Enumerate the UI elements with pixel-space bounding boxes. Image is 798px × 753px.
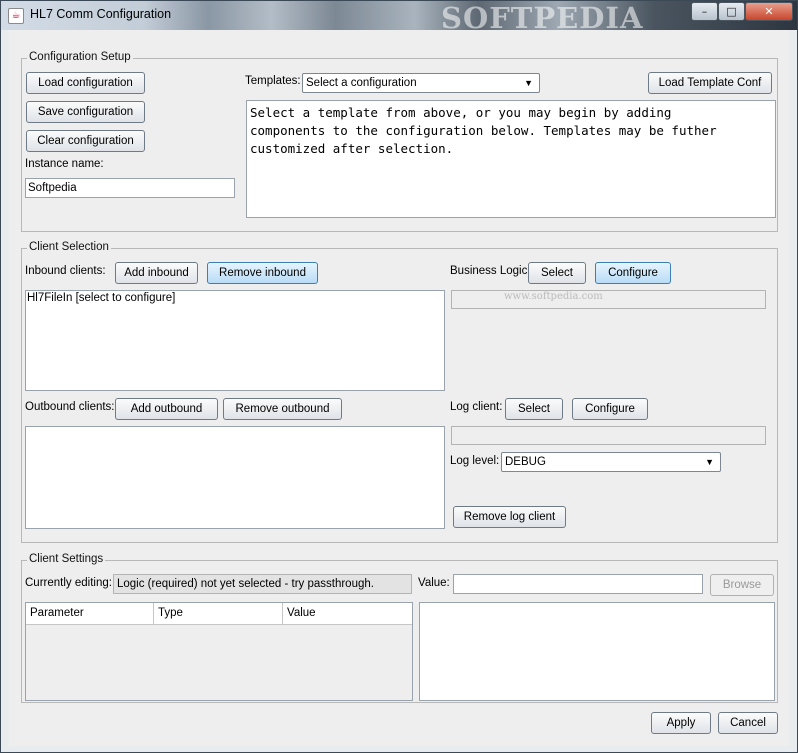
java-app-icon: ☕: [8, 8, 24, 24]
save-configuration-button[interactable]: Save configuration: [26, 101, 145, 123]
browse-button[interactable]: Browse: [710, 574, 774, 596]
cancel-button[interactable]: Cancel: [718, 712, 778, 734]
log-client-label: Log client:: [450, 401, 503, 413]
clear-configuration-button[interactable]: Clear configuration: [26, 130, 145, 152]
client-selection-title: Client Selection: [27, 241, 111, 253]
chevron-down-icon: ▼: [524, 78, 533, 88]
close-button[interactable]: ✕: [745, 2, 793, 21]
instance-name-label: Instance name:: [25, 158, 104, 170]
currently-editing-label: Currently editing:: [25, 577, 112, 589]
window-title: HL7 Comm Configuration: [30, 7, 172, 21]
softpedia-url-watermark: www.softpedia.com: [504, 291, 603, 302]
column-header-value[interactable]: Value: [283, 603, 412, 624]
parameters-table[interactable]: Parameter Type Value: [25, 602, 413, 701]
log-level-label: Log level:: [450, 455, 500, 467]
minimize-button[interactable]: –: [691, 2, 718, 21]
load-configuration-button[interactable]: Load configuration: [26, 72, 145, 94]
inbound-clients-label: Inbound clients:: [25, 265, 106, 277]
log-client-field: [451, 426, 766, 445]
inbound-clients-list[interactable]: Hl7FileIn [select to configure]: [25, 290, 445, 391]
template-description-text: Select a template from above, or you may…: [246, 100, 776, 218]
configuration-setup-group: Configuration Setup Load configuration S…: [21, 51, 778, 232]
instance-name-input[interactable]: Softpedia: [25, 178, 235, 198]
dialog-content: Configuration Setup Load configuration S…: [9, 30, 789, 746]
chevron-down-icon: ▼: [705, 457, 714, 467]
business-logic-label: Business Logic:: [450, 265, 531, 277]
add-inbound-button[interactable]: Add inbound: [115, 262, 198, 284]
value-input[interactable]: [453, 574, 703, 594]
value-label: Value:: [418, 577, 450, 589]
client-settings-group: Client Settings Currently editing: Logic…: [21, 553, 778, 703]
configuration-setup-title: Configuration Setup: [27, 51, 133, 63]
remove-inbound-button[interactable]: Remove inbound: [207, 262, 318, 284]
log-level-selected-value: DEBUG: [505, 456, 546, 468]
column-header-type[interactable]: Type: [154, 603, 283, 624]
column-header-parameter[interactable]: Parameter: [26, 603, 154, 624]
parameter-detail-area[interactable]: [419, 602, 775, 701]
log-level-dropdown[interactable]: DEBUG ▼: [501, 452, 721, 472]
client-selection-group: Client Selection Inbound clients: Add in…: [21, 241, 778, 543]
add-outbound-button[interactable]: Add outbound: [115, 398, 218, 420]
business-logic-configure-button[interactable]: Configure: [595, 262, 671, 284]
business-logic-select-button[interactable]: Select: [528, 262, 586, 284]
business-logic-field: [451, 290, 766, 309]
maximize-button[interactable]: □: [718, 2, 745, 21]
log-client-select-button[interactable]: Select: [505, 398, 563, 420]
log-client-configure-button[interactable]: Configure: [572, 398, 648, 420]
title-bar[interactable]: ☕ HL7 Comm Configuration SOFTPEDIA – □ ✕: [1, 1, 797, 35]
apply-button[interactable]: Apply: [651, 712, 711, 734]
currently-editing-value: Logic (required) not yet selected - try …: [113, 574, 412, 594]
load-template-conf-button[interactable]: Load Template Conf: [648, 72, 772, 94]
remove-outbound-button[interactable]: Remove outbound: [223, 398, 342, 420]
templates-label: Templates:: [245, 75, 301, 87]
client-settings-title: Client Settings: [27, 553, 106, 565]
outbound-clients-label: Outbound clients:: [25, 401, 115, 413]
app-window: ☕ HL7 Comm Configuration SOFTPEDIA – □ ✕…: [0, 0, 798, 753]
templates-selected-value: Select a configuration: [306, 77, 417, 89]
remove-log-client-button[interactable]: Remove log client: [453, 506, 566, 528]
table-header: Parameter Type Value: [26, 603, 412, 625]
list-item[interactable]: Hl7FileIn [select to configure]: [26, 291, 444, 305]
outbound-clients-list[interactable]: [25, 426, 445, 529]
templates-dropdown[interactable]: Select a configuration ▼: [302, 73, 540, 93]
